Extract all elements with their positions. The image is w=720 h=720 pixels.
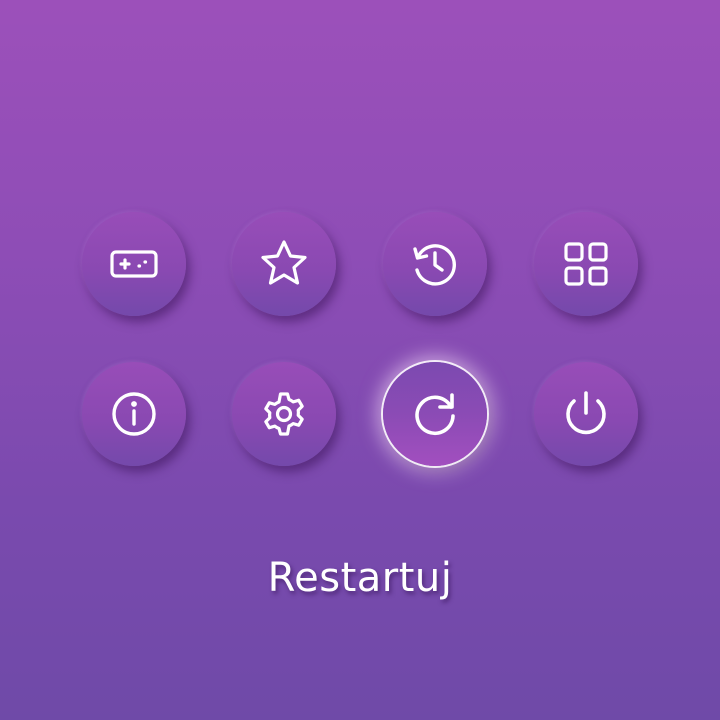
selected-item-label: Restartuj (267, 555, 453, 601)
power-button[interactable] (534, 362, 638, 466)
info-button[interactable] (82, 362, 186, 466)
favorites-button[interactable] (232, 212, 336, 316)
settings-button[interactable] (232, 362, 336, 466)
history-icon (409, 238, 461, 290)
apps-grid-button[interactable] (534, 212, 638, 316)
history-button[interactable] (383, 212, 487, 316)
apps-grid-icon (560, 238, 612, 290)
restart-icon (409, 388, 461, 440)
quick-menu-grid (0, 0, 720, 720)
settings-gear-icon (258, 388, 310, 440)
info-icon (108, 388, 160, 440)
power-icon (560, 388, 612, 440)
gamepad-icon (108, 238, 160, 290)
gamepad-button[interactable] (82, 212, 186, 316)
star-icon (258, 238, 310, 290)
restart-button[interactable] (383, 362, 487, 466)
